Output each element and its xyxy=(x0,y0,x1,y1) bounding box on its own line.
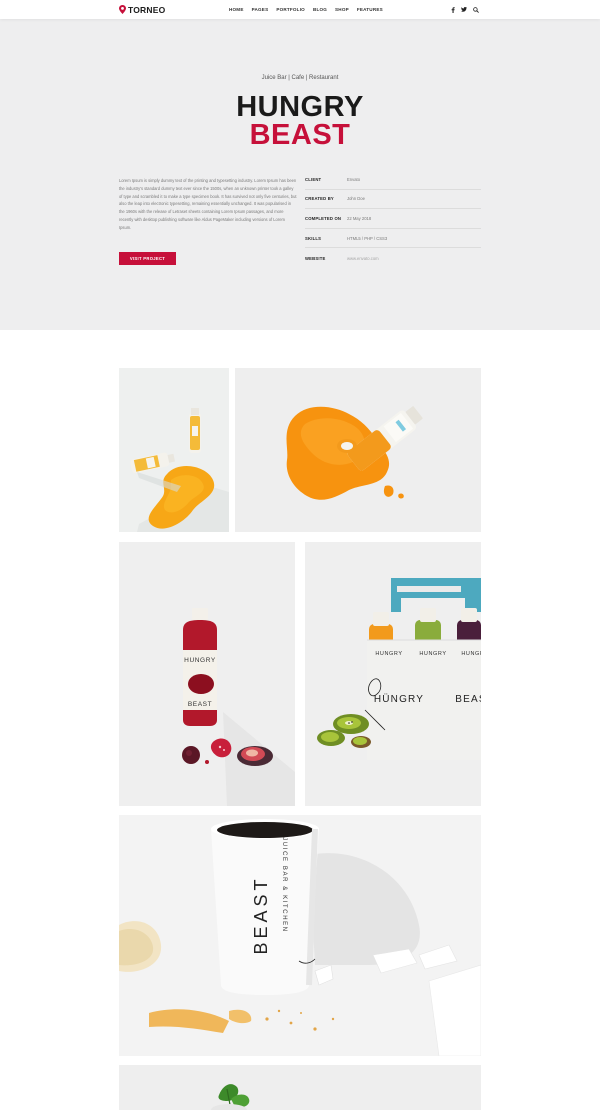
nav-item-features[interactable]: FEATURES xyxy=(357,5,383,14)
hero-title-line2: BEAST xyxy=(249,119,351,151)
detail-label: SKILLS xyxy=(305,235,322,241)
box-text-right: BEAS xyxy=(455,694,481,705)
cup-text-big: BEAST xyxy=(251,875,271,954)
cup-text-small: JUICE BAR & KITCHEN xyxy=(281,837,287,932)
detail-row-skills: SKILLS HTML5 / PHP / CSS3 xyxy=(305,229,481,249)
detail-row-created-by: CREATED BY John Doe xyxy=(305,190,481,210)
visit-project-button[interactable]: VISIT PROJECT xyxy=(119,252,176,265)
gallery-image-red-bottle[interactable]: HUNGRY BEAST xyxy=(119,542,295,806)
logo-icon xyxy=(119,5,126,14)
twitter-icon[interactable] xyxy=(461,7,467,12)
gallery-image-juice-spill-small[interactable] xyxy=(119,368,229,532)
top-navigation-bar: TORNEO HOME PAGES PORTFOLIO BLOG SHOP FE… xyxy=(0,0,600,19)
facebook-icon[interactable] xyxy=(451,6,455,13)
nav-item-shop[interactable]: SHOP xyxy=(335,5,349,14)
nav-item-blog[interactable]: BLOG xyxy=(313,5,327,14)
detail-row-website: WEBSITE www.envato.com xyxy=(305,248,481,268)
detail-label: COMPLETED ON xyxy=(305,215,342,221)
project-details: CLIENT Envato CREATED BY John Doe COMPLE… xyxy=(305,170,481,268)
header-icons xyxy=(451,5,479,14)
detail-label: CREATED BY xyxy=(305,196,334,202)
detail-value: 22 May 2018 xyxy=(347,215,372,221)
detail-label: CLIENT xyxy=(305,176,322,182)
bottle-label: HUNGRY xyxy=(419,651,446,657)
gallery-image-orange-splash[interactable] xyxy=(235,368,481,532)
nav-item-portfolio[interactable]: PORTFOLIO xyxy=(276,5,305,14)
main-nav: HOME PAGES PORTFOLIO BLOG SHOP FEATURES xyxy=(229,5,391,14)
box-text-left: HÜNGRY xyxy=(374,693,424,705)
hero-section: Juice Bar | Cafe | Restaurant HUNGRY BEA… xyxy=(0,19,600,330)
logo-text: TORNEO xyxy=(128,4,166,15)
hero-title-line1: HUNGRY xyxy=(236,91,364,123)
detail-label: WEBSITE xyxy=(305,255,326,261)
logo[interactable]: TORNEO xyxy=(119,4,165,15)
nav-item-home[interactable]: HOME xyxy=(229,5,244,14)
website-link[interactable]: www.envato.com xyxy=(347,256,379,261)
hero-subtitle: Juice Bar | Cafe | Restaurant xyxy=(261,75,339,81)
project-description: Lorem Ipsum is simply dummy text of the … xyxy=(119,178,297,230)
bottle-label-bottom: BEAST xyxy=(188,701,212,708)
search-icon[interactable] xyxy=(473,6,479,13)
detail-row-client: CLIENT Envato xyxy=(305,170,481,190)
bottle-label-top: HUNGRY xyxy=(184,657,216,664)
detail-row-completed-on: COMPLETED ON 22 May 2018 xyxy=(305,209,481,229)
bottle-label: HUNGRY xyxy=(375,651,402,657)
gallery-image-coffee-cup[interactable]: JUICE BAR & KITCHEN BEAST xyxy=(119,815,481,1056)
gallery-image-basil[interactable] xyxy=(119,1065,481,1110)
detail-value: HTML5 / PHP / CSS3 xyxy=(347,235,388,241)
bottle-label: HUNGRY xyxy=(461,651,481,657)
detail-value: Envato xyxy=(347,176,361,182)
nav-item-pages[interactable]: PAGES xyxy=(252,5,269,14)
gallery-image-bottle-carrier[interactable]: HUNGRY HUNGRY HUNGRY HÜNGRY BEAS xyxy=(305,542,481,806)
detail-value: John Doe xyxy=(347,196,365,202)
